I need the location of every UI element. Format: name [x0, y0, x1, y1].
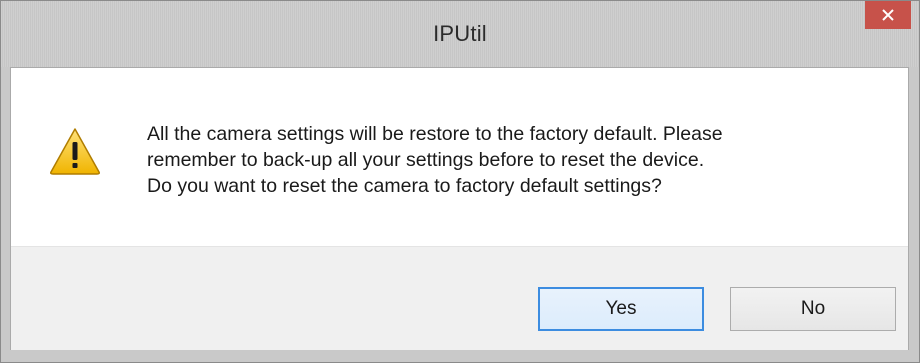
title-bar[interactable]: IPUtil [1, 1, 919, 67]
button-bar: Yes No [11, 246, 908, 350]
window-title: IPUtil [433, 21, 487, 46]
close-button[interactable] [865, 1, 911, 29]
dialog-content: All the camera settings will be restore … [10, 67, 909, 350]
close-icon [882, 9, 894, 21]
message-area: All the camera settings will be restore … [11, 68, 908, 246]
message-line: All the camera settings will be restore … [147, 123, 723, 145]
message-line: remember to back-up all your settings be… [147, 149, 705, 171]
dialog-message: All the camera settings will be restore … [147, 121, 887, 199]
yes-button[interactable]: Yes [538, 287, 704, 331]
warning-icon [50, 128, 100, 175]
dialog-window: IPUtil All the camera settings will be r… [0, 0, 920, 363]
no-button[interactable]: No [730, 287, 896, 331]
message-line: Do you want to reset the camera to facto… [147, 175, 662, 197]
